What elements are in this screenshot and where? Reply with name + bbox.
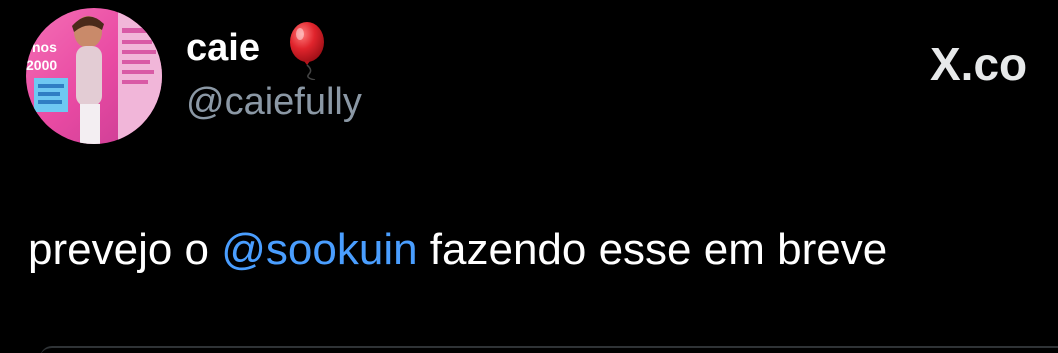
tweet-text-after: fazendo esse em breve bbox=[417, 225, 888, 274]
media-preview-edge[interactable] bbox=[40, 346, 1058, 353]
avatar-image: nos 2000 bbox=[26, 8, 162, 144]
tweet-text: prevejo o @sookuin fazendo esse em breve bbox=[28, 224, 887, 276]
x-logo-text: X.co bbox=[930, 38, 1028, 90]
tweet-card: nos 2000 caie @caiefully X.co prevejo o … bbox=[0, 0, 1058, 353]
user-handle[interactable]: @caiefully bbox=[186, 80, 362, 124]
avatar[interactable]: nos 2000 bbox=[26, 8, 162, 144]
display-name[interactable]: caie bbox=[186, 26, 260, 70]
avatar-text-2000: 2000 bbox=[26, 57, 57, 73]
mention-link[interactable]: @sookuin bbox=[221, 225, 417, 274]
tweet-text-before: prevejo o bbox=[28, 225, 222, 274]
x-logo: X.co bbox=[930, 36, 1027, 92]
balloon-emoji-icon bbox=[287, 20, 327, 81]
avatar-text-nos: nos bbox=[32, 39, 57, 55]
